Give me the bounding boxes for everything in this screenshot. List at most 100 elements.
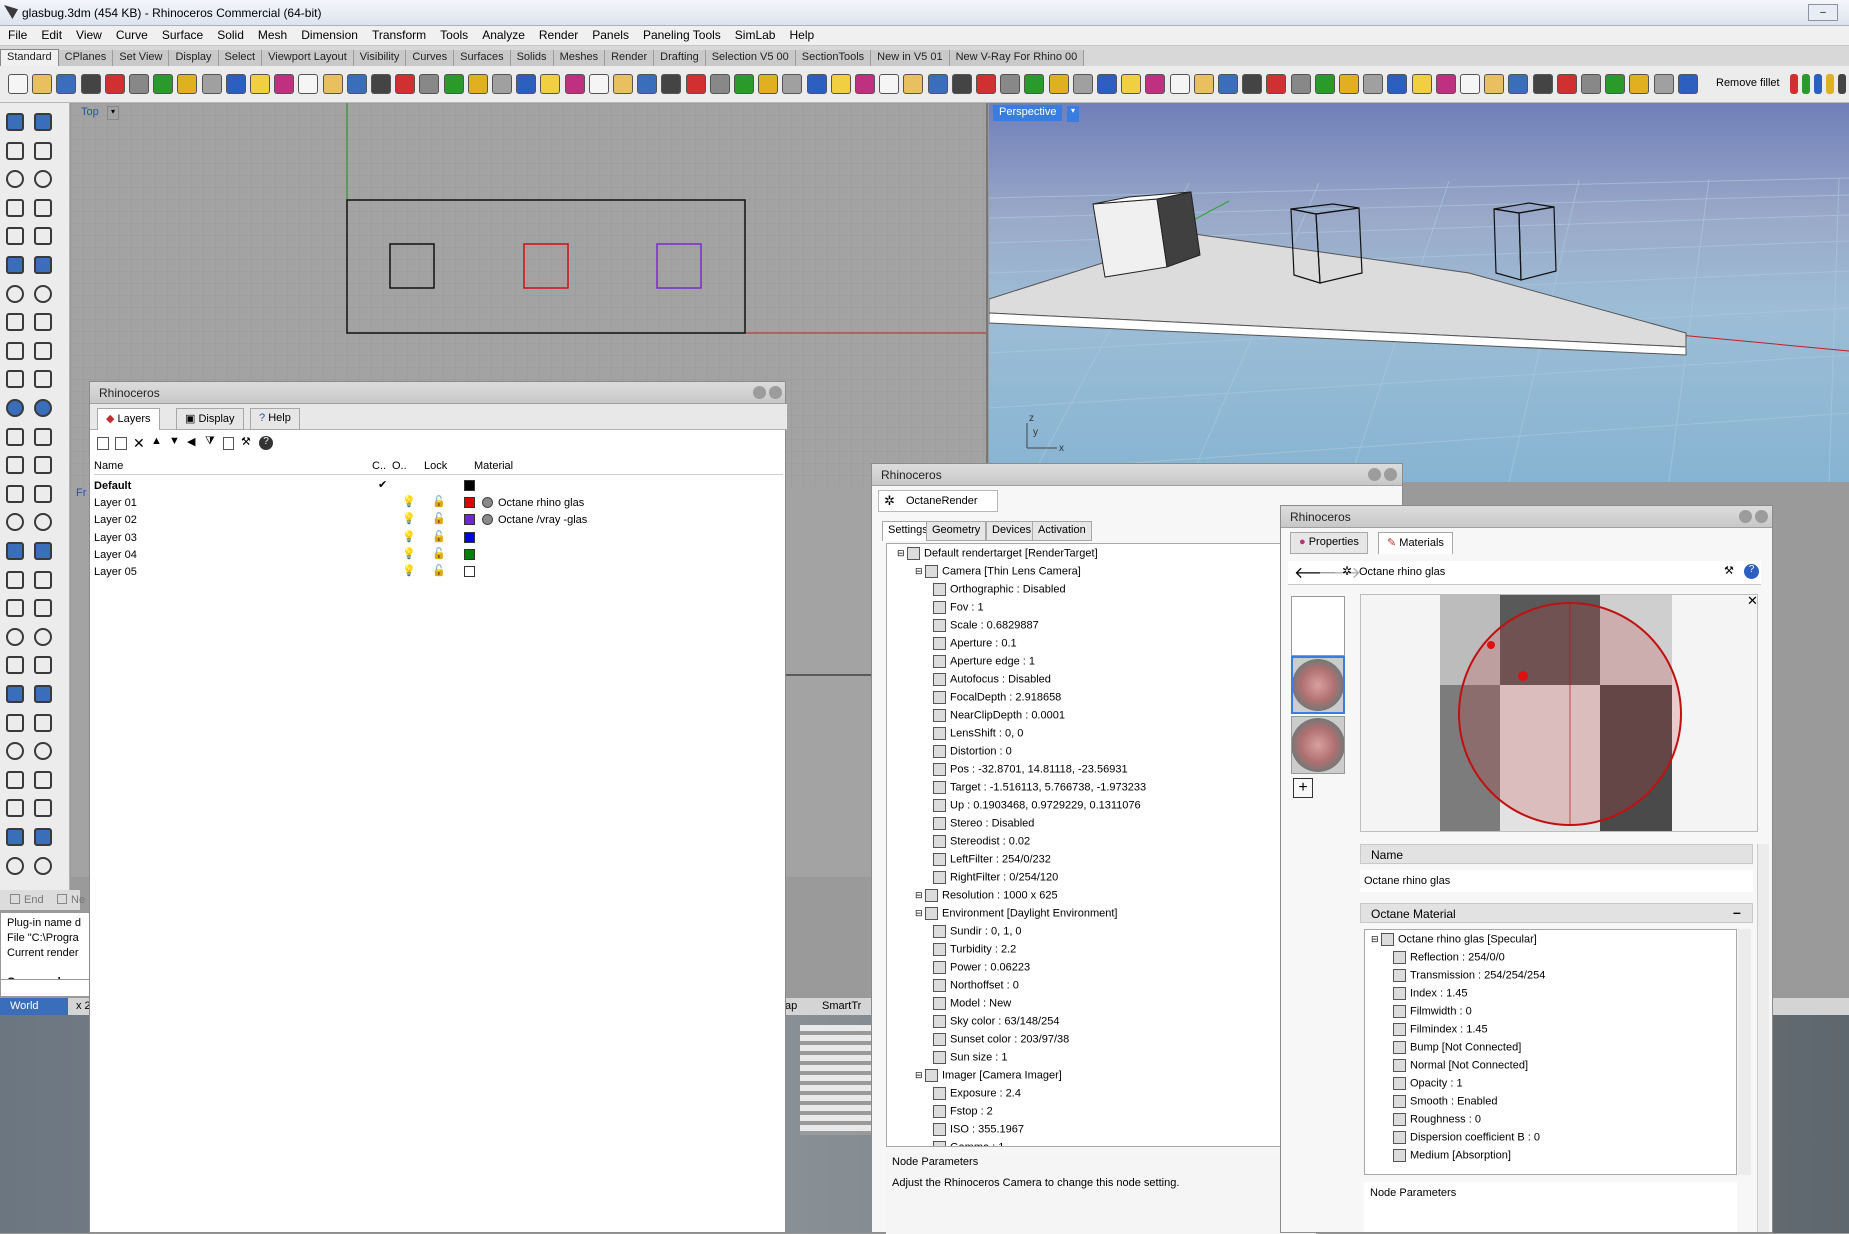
draw-tool-icon[interactable] — [34, 713, 52, 732]
material-tree-scrollbar[interactable] — [1738, 929, 1751, 1175]
menu-solid[interactable]: Solid — [209, 26, 250, 42]
toolbar-tool-icon[interactable] — [395, 74, 416, 94]
draw-tool-icon[interactable] — [6, 656, 24, 675]
toolbar-tool-icon[interactable] — [1508, 74, 1529, 94]
toolbar-tool-icon[interactable] — [322, 74, 343, 94]
layer-row[interactable]: Layer 03 💡 🔓 — [94, 529, 783, 547]
layer-states-icon[interactable] — [223, 437, 234, 450]
material-tools-icon[interactable]: ⚒ — [1724, 564, 1734, 577]
tree-node[interactable]: FocalDepth : 2.918658 — [933, 691, 1061, 709]
toolbar-tool-icon[interactable] — [927, 74, 948, 94]
toolbar-tool-icon[interactable] — [1677, 74, 1698, 94]
draw-tool-icon[interactable] — [34, 341, 52, 360]
tree-node[interactable]: Power : 0.06223 — [933, 961, 1030, 979]
toolbar-tool-icon[interactable] — [1653, 74, 1674, 94]
tab-materials[interactable]: ✎ Materials — [1378, 532, 1453, 554]
tree-node[interactable]: ⊟ Environment [Daylight Environment] — [915, 907, 1117, 925]
draw-tool-icon[interactable] — [34, 799, 52, 818]
remove-fillet-button[interactable]: Remove fillet — [1716, 77, 1780, 89]
tree-node[interactable]: ⊟ Imager [Camera Imager] — [915, 1069, 1062, 1087]
draw-tool-icon[interactable] — [6, 256, 24, 274]
tree-node[interactable]: Stereodist : 0.02 — [933, 835, 1030, 853]
col-current[interactable]: C.. — [372, 460, 386, 472]
tab-help[interactable]: ? Help — [250, 408, 300, 430]
draw-tool-icon[interactable] — [34, 313, 52, 332]
material-tree-node[interactable]: Reflection : 254/0/0 — [1393, 951, 1505, 969]
draw-tool-icon[interactable] — [34, 256, 52, 274]
perspective-viewport[interactable]: z y x Perspective ▾ — [989, 103, 1849, 482]
tree-node[interactable]: Aperture : 0.1 — [933, 637, 1017, 655]
toolbar-tool-icon[interactable] — [685, 74, 706, 94]
menu-dimension[interactable]: Dimension — [293, 26, 364, 42]
draw-tool-icon[interactable] — [34, 198, 52, 217]
lightbulb-icon[interactable]: 💡 — [402, 512, 416, 525]
toolbar-tool-icon[interactable] — [153, 74, 174, 94]
draw-tool-icon[interactable] — [34, 427, 52, 446]
help-icon[interactable]: ? — [259, 436, 273, 450]
new-layer-icon[interactable] — [97, 437, 109, 450]
draw-tool-icon[interactable] — [34, 742, 52, 761]
tree-node[interactable]: RightFilter : 0/254/120 — [933, 871, 1058, 889]
toolbar-tool-icon[interactable] — [782, 74, 803, 94]
toolbar-tool-icon[interactable] — [32, 74, 53, 94]
material-tree-node[interactable]: Smooth : Enabled — [1393, 1095, 1497, 1113]
menu-curve[interactable]: Curve — [108, 26, 154, 42]
draw-tool-icon[interactable] — [6, 570, 24, 589]
octanerender-tab[interactable]: ✲ OctaneRender — [878, 490, 998, 512]
material-tree-node[interactable]: Transmission : 254/254/254 — [1393, 969, 1545, 987]
tab-devices[interactable]: Devices — [986, 521, 1038, 541]
toolbar-tool-icon[interactable] — [492, 74, 512, 94]
lightbulb-icon[interactable]: 💡 — [402, 547, 416, 560]
draw-tool-icon[interactable] — [34, 570, 52, 589]
menu-analyze[interactable]: Analyze — [474, 26, 531, 42]
toolbar-tool-icon[interactable] — [250, 74, 270, 94]
tree-node[interactable]: Aperture edge : 1 — [933, 655, 1035, 673]
draw-tool-icon[interactable] — [6, 313, 24, 332]
draw-tool-icon[interactable] — [6, 799, 24, 818]
toolbar-tool-icon[interactable] — [274, 74, 295, 94]
toolbar-tool-icon[interactable] — [1411, 74, 1432, 94]
tab-display[interactable]: ▣ Display — [176, 408, 244, 430]
toolbar-tool-icon[interactable] — [1024, 74, 1045, 94]
toolbar-tool-icon[interactable] — [1048, 74, 1069, 94]
layer-row[interactable]: Layer 05 💡 🔓 — [94, 563, 783, 581]
toolbar-tab-select[interactable]: Select — [218, 50, 263, 67]
toolbar-tool-icon[interactable] — [1556, 74, 1577, 94]
draw-tool-icon[interactable] — [6, 513, 24, 532]
close-preview-icon[interactable]: ✕ — [1747, 595, 1757, 609]
menu-simlab[interactable]: SimLab — [727, 26, 782, 42]
draw-tool-icon[interactable] — [34, 484, 52, 503]
near-checkbox[interactable] — [57, 894, 67, 904]
toolbar-tab-render[interactable]: Render — [605, 50, 655, 67]
world-button[interactable]: World — [0, 998, 68, 1016]
toolbar-tool-icon[interactable] — [1266, 74, 1287, 94]
menu-tools[interactable]: Tools — [432, 26, 474, 42]
toolbar-tab-cplanes[interactable]: CPlanes — [58, 50, 114, 67]
toolbar-tool-icon[interactable] — [1121, 74, 1142, 94]
layer-row[interactable]: Layer 01 💡 🔓 Octane rhino glas — [94, 494, 783, 512]
draw-tool-icon[interactable] — [6, 341, 24, 360]
tree-node[interactable]: Northoffset : 0 — [933, 979, 1019, 997]
toolbar-tool-icon[interactable] — [1629, 74, 1650, 94]
toolbar-tool-icon[interactable] — [1814, 74, 1822, 94]
material-tree-node[interactable]: Filmwidth : 0 — [1393, 1005, 1472, 1023]
col-name[interactable]: Name — [94, 460, 123, 472]
toolbar-tool-icon[interactable] — [806, 74, 827, 94]
draw-tool-icon[interactable] — [6, 627, 24, 646]
toolbar-tool-icon[interactable] — [8, 74, 28, 94]
layer-color-swatch[interactable] — [464, 548, 475, 560]
draw-tool-icon[interactable] — [6, 170, 24, 189]
toolbar-tab-drafting[interactable]: Drafting — [654, 50, 706, 67]
draw-tool-icon[interactable] — [34, 399, 52, 417]
menu-file[interactable]: File — [0, 26, 33, 42]
toolbar-tab-selection-v5-00[interactable]: Selection V5 00 — [705, 50, 796, 67]
toolbar-tool-icon[interactable] — [1826, 74, 1834, 94]
tree-node[interactable]: ⊟ Resolution : 1000 x 625 — [915, 889, 1058, 907]
layer-color-swatch[interactable] — [464, 531, 475, 543]
move-down-icon[interactable]: ▼ — [169, 435, 180, 447]
tree-node[interactable]: Fov : 1 — [933, 601, 984, 619]
toolbar-tool-icon[interactable] — [1605, 74, 1626, 94]
draw-tool-icon[interactable] — [34, 513, 52, 532]
draw-tool-icon[interactable] — [6, 227, 24, 246]
toolbar-tab-standard[interactable]: Standard — [0, 49, 59, 66]
